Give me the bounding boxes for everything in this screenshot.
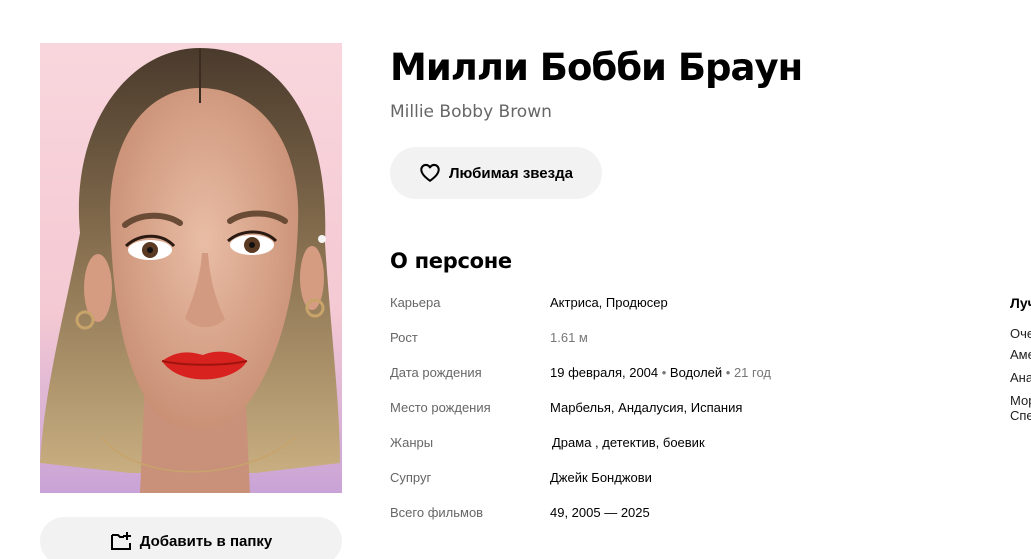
best-film-item[interactable]: Ана <box>1010 370 1031 385</box>
birthdate-separator: • <box>658 365 670 380</box>
total-films-value: 49, 2005 — 2025 <box>550 505 650 520</box>
best-film-item[interactable]: Оче <box>1010 326 1031 341</box>
favorite-star-label: Любимая звезда <box>449 164 573 182</box>
about-info-table: Карьера Актриса, Продюсер Рост 1.61 м Да… <box>390 285 990 530</box>
total-films-label: Всего фильмов <box>390 505 484 520</box>
height-label: Рост <box>390 330 418 345</box>
info-row-total-films: Всего фильмов 49, 2005 — 2025 <box>390 495 990 530</box>
genres-label: Жанры <box>390 435 434 450</box>
best-films-column: Луч Оче Аме Ана Мор Спе <box>1010 294 1031 431</box>
person-photo <box>40 43 342 493</box>
spouse-label: Супруг <box>390 470 432 485</box>
info-row-birthplace: Место рождения Марбелья, Андалусия, Испа… <box>390 390 990 425</box>
career-label: Карьера <box>390 295 441 310</box>
best-film-item[interactable]: Аме <box>1010 347 1031 362</box>
person-name: Милли Бобби Браун <box>390 46 803 89</box>
add-to-folder-label: Добавить в папку <box>139 532 273 550</box>
zodiac-link[interactable]: Водолей <box>670 365 722 380</box>
birthplace-value[interactable]: Марбелья, Андалусия, Испания <box>550 400 742 415</box>
height-value: 1.61 м <box>550 330 588 345</box>
birthdate-date-link[interactable]: 19 февраля, 2004 <box>550 365 658 380</box>
birthplace-label: Место рождения <box>390 400 491 415</box>
portrait-image <box>40 43 342 493</box>
career-value[interactable]: Актриса, Продюсер <box>550 295 668 310</box>
add-to-folder-button[interactable]: Добавить в папку <box>40 517 342 559</box>
best-film-item-line: Спе <box>1010 408 1031 423</box>
birthdate-value: 19 февраля, 2004 • Водолей • 21 год <box>550 365 771 380</box>
folder-add-icon <box>110 530 132 552</box>
best-film-item[interactable]: Мор Спе <box>1010 393 1031 423</box>
best-film-item-line: Мор <box>1010 393 1031 408</box>
info-row-birthdate: Дата рождения 19 февраля, 2004 • Водолей… <box>390 355 990 390</box>
heart-outline-icon <box>419 162 441 184</box>
birthdate-label: Дата рождения <box>390 365 482 380</box>
info-row-career: Карьера Актриса, Продюсер <box>390 285 990 320</box>
person-page: Добавить в папку Милли Бобби Браун Milli… <box>0 0 1031 559</box>
info-row-height: Рост 1.61 м <box>390 320 990 355</box>
about-section-title: О персоне <box>390 249 512 273</box>
spouse-value[interactable]: Джейк Бонджови <box>550 470 652 485</box>
favorite-star-button[interactable]: Любимая звезда <box>390 147 602 199</box>
info-row-genres: Жанры Драма , детектив, боевик <box>390 425 990 460</box>
age-separator: • <box>722 365 734 380</box>
info-row-spouse: Супруг Джейк Бонджови <box>390 460 990 495</box>
best-films-title: Луч <box>1010 295 1031 311</box>
person-original-name: Millie Bobby Brown <box>390 102 552 122</box>
genres-value[interactable]: Драма , детектив, боевик <box>552 435 705 450</box>
best-films-list: Оче Аме Ана Мор Спе <box>1010 326 1031 423</box>
age-value: 21 год <box>733 365 771 380</box>
